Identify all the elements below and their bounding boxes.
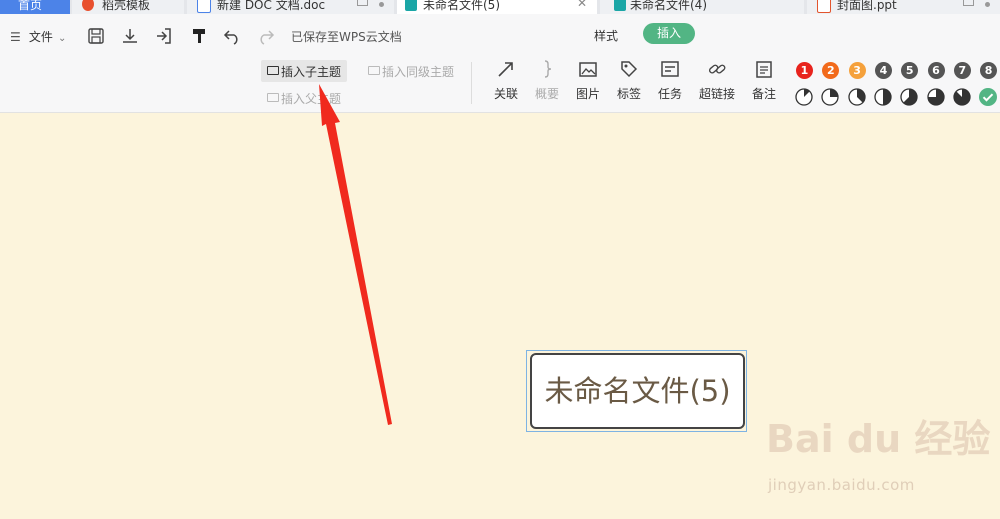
priority-1-icon[interactable]: 1 — [796, 62, 813, 79]
menu-lines-icon: ☰ — [10, 30, 21, 44]
task-icon — [660, 59, 680, 79]
mindmap-icon — [614, 0, 626, 11]
progress-50-icon[interactable] — [874, 88, 892, 106]
pin-icon[interactable] — [357, 0, 368, 6]
tab-strip: 首页 稻壳模板 新建 DOC 文档.doc 未命名文件(5) ✕ 未命名文件(4… — [0, 0, 1000, 14]
insert-parent-topic-label: 插入父主题 — [281, 92, 342, 106]
tool-label: 概要 — [534, 87, 559, 101]
baidu-jingyan-watermark: Bai du 经验 jingyan.baidu.com — [766, 408, 996, 508]
tab-label: 稻壳模板 — [102, 0, 151, 12]
tab-untitled-5[interactable]: 未命名文件(5) ✕ — [397, 0, 597, 14]
note-icon — [754, 59, 774, 79]
progress-75-icon[interactable] — [926, 88, 945, 106]
insert-parent-topic-button[interactable]: 插入父主题 — [261, 87, 347, 109]
undo-icon[interactable] — [223, 27, 241, 45]
close-icon[interactable]: ✕ — [577, 0, 587, 10]
tag-button[interactable]: 标签 — [609, 59, 649, 102]
priority-7-icon[interactable]: 7 — [953, 62, 971, 79]
child-topic-icon — [267, 66, 279, 75]
tab-cover-ppt[interactable]: 封面图.ppt — [807, 0, 1000, 14]
link-icon — [707, 59, 727, 79]
unsaved-dot-icon — [379, 2, 384, 7]
priority-5-icon[interactable]: 5 — [901, 62, 919, 79]
image-icon — [578, 59, 598, 79]
tool-label: 备注 — [751, 87, 776, 101]
file-menu[interactable]: ☰ 文件 ⌄ — [10, 26, 66, 45]
docer-icon — [82, 0, 94, 11]
ppt-icon — [817, 0, 831, 13]
tab-docer-templates[interactable]: 稻壳模板 — [72, 0, 184, 14]
priority-3-icon[interactable]: 3 — [848, 62, 866, 79]
tab-untitled-4[interactable]: 未命名文件(4) — [600, 0, 804, 14]
sibling-topic-icon — [368, 66, 380, 75]
priority-4-icon[interactable]: 4 — [874, 62, 892, 79]
insert-sibling-topic-label: 插入同级主题 — [382, 65, 455, 79]
progress-63-icon[interactable] — [900, 88, 918, 106]
tab-label: 未命名文件(4) — [630, 0, 707, 12]
insert-sibling-topic-button[interactable]: 插入同级主题 — [366, 60, 458, 82]
word-doc-icon — [197, 0, 211, 13]
priority-2-icon[interactable]: 2 — [822, 62, 840, 79]
tool-label: 标签 — [616, 87, 641, 101]
tab-insert[interactable]: 插入 — [643, 23, 695, 44]
priority-6-icon[interactable]: 6 — [927, 62, 945, 79]
tag-icon — [619, 59, 639, 79]
watermark-logo: Bai du 经验 — [766, 417, 991, 461]
note-button[interactable]: 备注 — [744, 59, 784, 102]
tab-style[interactable]: 样式 — [594, 27, 618, 44]
summary-button[interactable]: 概要 — [527, 59, 567, 102]
tool-label: 任务 — [657, 87, 682, 101]
file-menu-label: 文件 — [28, 30, 53, 44]
insert-child-topic-button[interactable]: 插入子主题 — [261, 60, 347, 82]
save-status: 已保存至WPS云文档 — [291, 30, 402, 44]
save-icon[interactable] — [87, 27, 105, 45]
tab-label: 未命名文件(5) — [423, 0, 500, 12]
tab-label: 首页 — [18, 0, 43, 12]
progress-100-icon[interactable] — [979, 88, 998, 106]
task-button[interactable]: 任务 — [650, 59, 690, 102]
parent-topic-icon — [267, 93, 279, 102]
progress-38-icon[interactable] — [847, 88, 866, 106]
unsaved-dot-icon — [985, 2, 990, 7]
tab-label: 封面图.ppt — [837, 0, 897, 12]
chevron-down-icon: ⌄ — [57, 33, 67, 44]
tool-label: 图片 — [575, 87, 600, 101]
progress-88-icon[interactable] — [953, 88, 971, 106]
summary-brace-icon — [537, 59, 557, 79]
root-topic-text: 未命名文件(5) — [544, 374, 731, 408]
image-button[interactable]: 图片 — [568, 59, 608, 102]
hyperlink-button[interactable]: 超链接 — [697, 59, 737, 102]
watermark-url: jingyan.baidu.com — [768, 476, 915, 494]
tool-label: 超链接 — [698, 87, 735, 101]
insert-child-topic-label: 插入子主题 — [281, 65, 342, 79]
toolbar: ☰ 文件 ⌄ 已保存至WPS云文档 样式 插入 插入子主题 插入同级主题 插入父… — [0, 14, 1000, 113]
tool-label: 关联 — [493, 87, 518, 101]
toolbar-divider — [471, 62, 472, 104]
root-topic-node[interactable]: 未命名文件(5) — [530, 353, 745, 429]
tab-label: 新建 DOC 文档.doc — [217, 0, 326, 12]
tab-home[interactable]: 首页 — [0, 0, 70, 14]
tab-new-doc[interactable]: 新建 DOC 文档.doc — [187, 0, 394, 14]
progress-13-icon[interactable] — [795, 88, 813, 106]
mindmap-icon — [405, 0, 417, 11]
format-painter-icon[interactable] — [190, 27, 208, 45]
redo-icon[interactable] — [257, 27, 275, 45]
relation-arrow-icon — [496, 59, 516, 79]
priority-8-icon[interactable]: 8 — [980, 62, 998, 79]
progress-25-icon[interactable] — [821, 88, 839, 106]
download-icon[interactable] — [121, 27, 139, 45]
relation-button[interactable]: 关联 — [486, 59, 526, 102]
pin-icon[interactable] — [963, 0, 974, 6]
export-icon[interactable] — [154, 27, 172, 45]
